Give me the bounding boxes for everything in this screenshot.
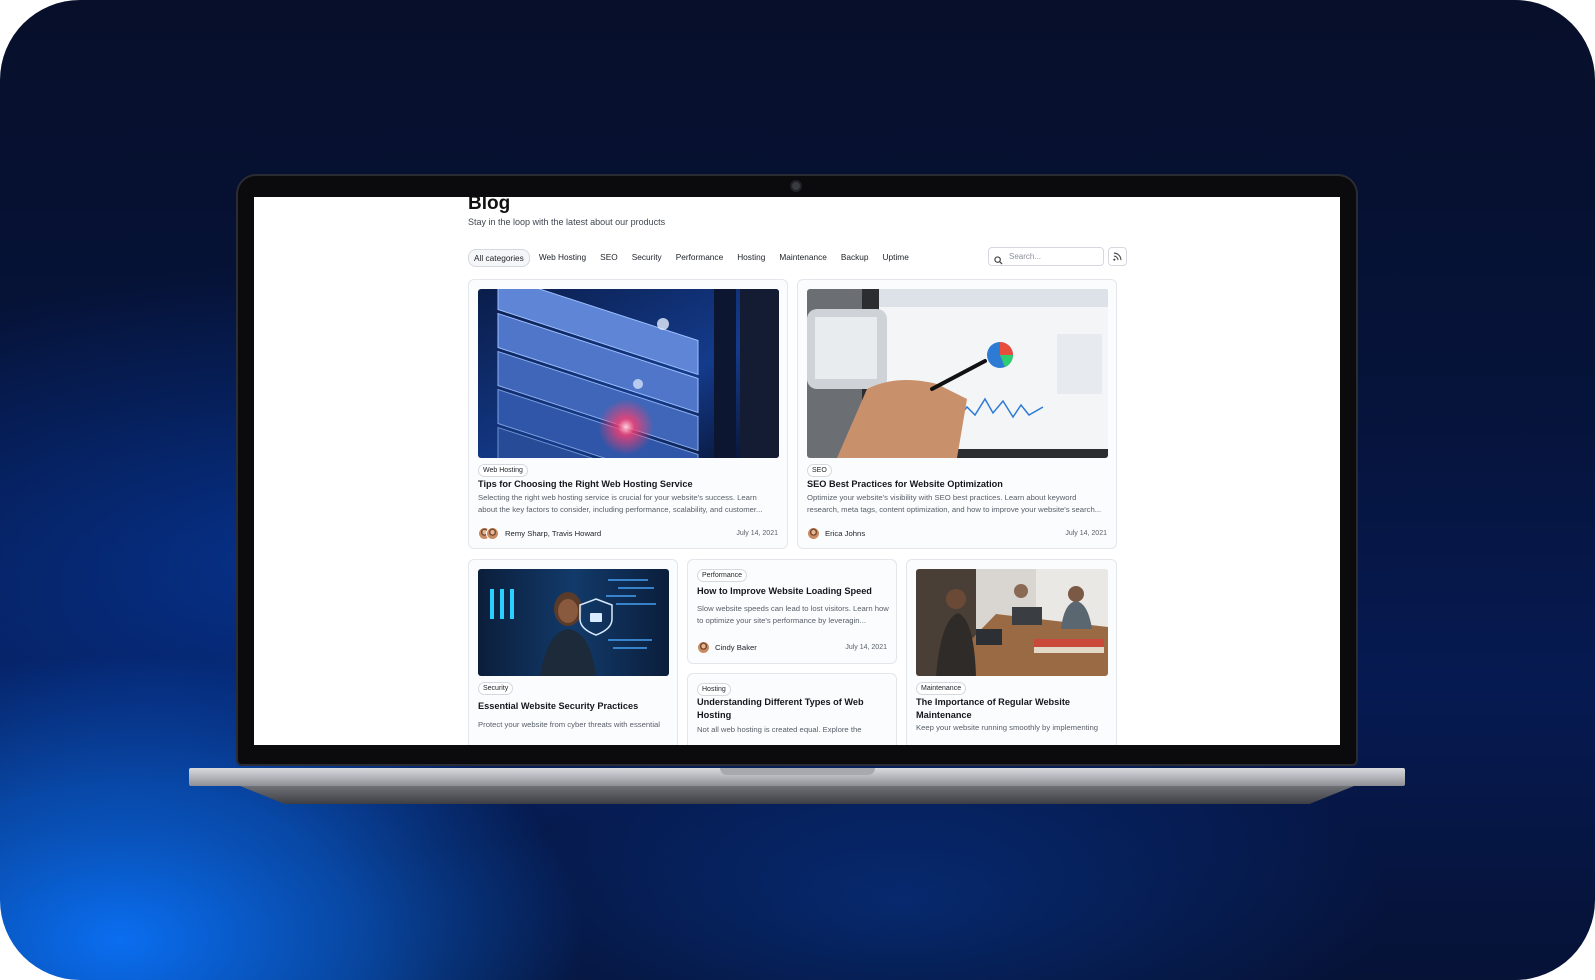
- category-filter-bar: All categories Web Hosting SEO Security …: [468, 249, 914, 267]
- post-category-tag[interactable]: Hosting: [697, 683, 731, 696]
- webcam-icon: [790, 180, 802, 192]
- laptop-base-underside: [240, 786, 1354, 804]
- rss-feed-icon: [1113, 252, 1122, 261]
- avatar: [486, 527, 499, 540]
- search-icon: [994, 252, 1003, 270]
- post-title[interactable]: How to Improve Website Loading Speed: [697, 585, 892, 598]
- post-author[interactable]: Cindy Baker: [715, 643, 757, 652]
- post-card[interactable]: Hosting Understanding Different Types of…: [687, 673, 897, 745]
- post-title[interactable]: Essential Website Security Practices: [478, 700, 673, 713]
- post-image-analytics-tablet: [807, 289, 1108, 458]
- avatar: [697, 641, 710, 654]
- post-card[interactable]: Maintenance The Importance of Regular We…: [906, 559, 1117, 745]
- post-image-security: [478, 569, 669, 676]
- category-chip-uptime[interactable]: Uptime: [878, 249, 914, 267]
- post-card[interactable]: Performance How to Improve Website Loadi…: [687, 559, 897, 664]
- category-chip-backup[interactable]: Backup: [836, 249, 874, 267]
- post-title[interactable]: The Importance of Regular Website Mainte…: [916, 696, 1091, 722]
- post-image-server-rack: [478, 289, 779, 458]
- post-description: Slow website speeds can lead to lost vis…: [697, 604, 889, 625]
- post-title[interactable]: Tips for Choosing the Right Web Hosting …: [478, 478, 778, 491]
- post-title[interactable]: Understanding Different Types of Web Hos…: [697, 696, 872, 722]
- post-category-tag[interactable]: Web Hosting: [478, 464, 528, 477]
- search-input[interactable]: Search...: [988, 247, 1104, 266]
- post-author[interactable]: Erica Johns: [825, 529, 865, 538]
- post-date: July 14, 2021: [736, 530, 778, 537]
- laptop-notch: [720, 768, 875, 775]
- post-category-tag[interactable]: SEO: [807, 464, 832, 477]
- category-chip-all[interactable]: All categories: [468, 249, 530, 267]
- category-chip-hosting[interactable]: Hosting: [732, 249, 770, 267]
- post-category-tag[interactable]: Performance: [697, 569, 748, 582]
- post-card[interactable]: Web Hosting Tips for Choosing the Right …: [468, 279, 788, 549]
- post-card[interactable]: Security Essential Website Security Prac…: [468, 559, 678, 745]
- page-subtitle: Stay in the loop with the latest about o…: [468, 217, 666, 227]
- category-chip-security[interactable]: Security: [627, 249, 667, 267]
- post-date: July 14, 2021: [845, 644, 887, 651]
- post-description: Optimize your website's visibility with …: [807, 493, 1102, 514]
- post-image-meeting: [916, 569, 1108, 676]
- category-chip-web-hosting[interactable]: Web Hosting: [534, 249, 591, 267]
- rss-button[interactable]: [1108, 247, 1127, 266]
- category-chip-maintenance[interactable]: Maintenance: [774, 249, 832, 267]
- post-description: Selecting the right web hosting service …: [478, 493, 763, 514]
- page-title: Blog: [468, 197, 511, 214]
- post-description: Keep your website running smoothly by im…: [916, 723, 1099, 732]
- category-chip-seo[interactable]: SEO: [595, 249, 623, 267]
- post-category-tag[interactable]: Maintenance: [916, 682, 967, 695]
- search-placeholder: Search...: [1009, 252, 1042, 261]
- post-card[interactable]: SEO SEO Best Practices for Website Optim…: [797, 279, 1117, 549]
- post-description: Not all web hosting is created equal. Ex…: [697, 725, 862, 734]
- post-category-tag[interactable]: Security: [478, 682, 514, 695]
- laptop-screen: Blog Stay in the loop with the latest ab…: [254, 197, 1340, 745]
- post-date: July 14, 2021: [1065, 530, 1107, 537]
- avatar: [807, 527, 820, 540]
- post-description: Protect your website from cyber threats …: [478, 720, 661, 729]
- post-title[interactable]: SEO Best Practices for Website Optimizat…: [807, 478, 1107, 491]
- post-author[interactable]: Remy Sharp, Travis Howard: [505, 529, 601, 538]
- category-chip-performance[interactable]: Performance: [671, 249, 729, 267]
